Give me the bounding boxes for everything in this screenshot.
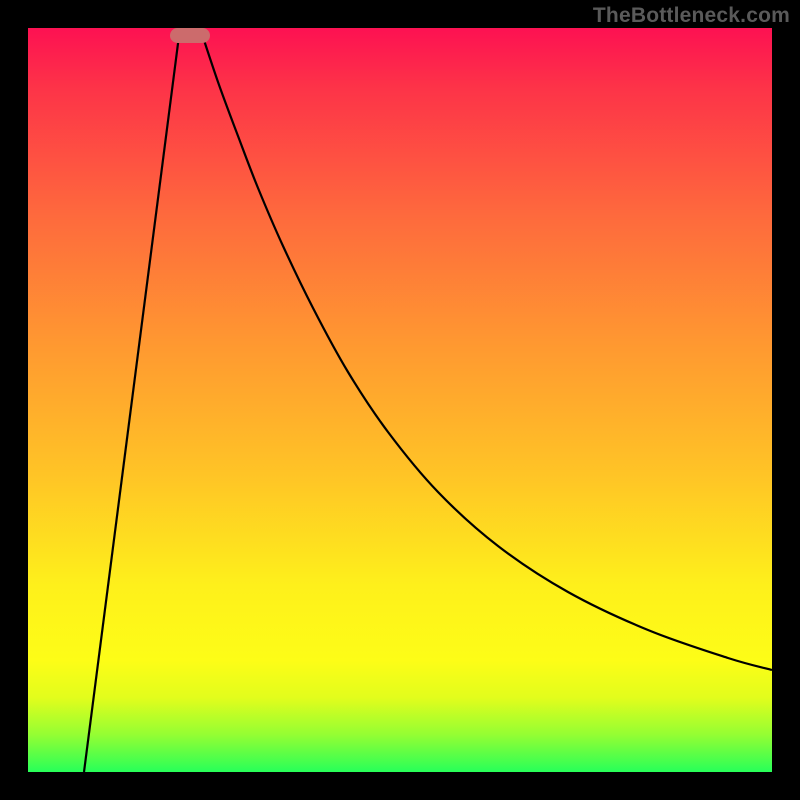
right-curve-path: [200, 28, 772, 670]
left-line-path: [84, 28, 180, 772]
plot-area: [28, 28, 772, 772]
watermark-label: TheBottleneck.com: [593, 4, 790, 28]
curve-layer: [28, 28, 772, 772]
chart-frame: TheBottleneck.com: [0, 0, 800, 800]
bottleneck-marker: [170, 28, 210, 43]
